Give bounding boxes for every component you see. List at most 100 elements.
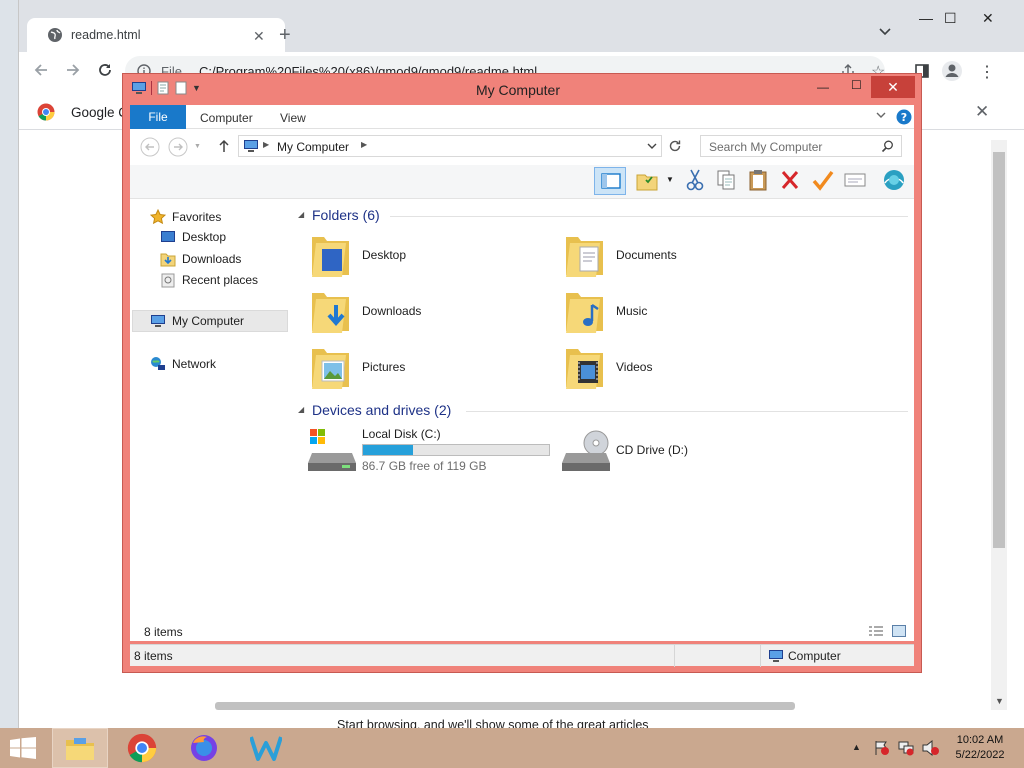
options-icon[interactable] [844, 171, 866, 189]
folder-name: Videos [616, 360, 653, 374]
folder-music[interactable]: Music [564, 287, 647, 335]
clock-date: 5/22/2022 [955, 749, 1005, 761]
nav-favorites[interactable]: Favorites [150, 209, 221, 225]
address-box[interactable]: ▶ My Computer ▶ [238, 135, 662, 157]
nav-desktop[interactable]: Desktop [160, 230, 226, 244]
back-arrow-icon[interactable] [140, 137, 160, 157]
preview-pane-button[interactable] [594, 167, 626, 195]
nav-my-computer[interactable]: My Computer [150, 314, 244, 328]
firefox-taskbar-icon[interactable] [176, 728, 232, 768]
vertical-scrollbar[interactable] [991, 140, 1007, 710]
nav-favorites-label: Favorites [172, 210, 222, 224]
network-tray-icon[interactable] [898, 740, 914, 756]
ribbon-expand-icon[interactable] [876, 112, 886, 119]
command-toolbar: ▼ [130, 165, 914, 199]
check-rename-icon[interactable] [812, 169, 834, 191]
details-view-icon[interactable] [868, 625, 884, 637]
new-tab-button[interactable]: + [279, 24, 291, 47]
minimize-icon[interactable]: — [919, 10, 933, 26]
window-maximize-button[interactable]: ☐ [851, 78, 862, 92]
navigation-bar: ▼ ▶ My Computer ▶ Search My Computer [130, 129, 914, 165]
up-arrow-icon[interactable] [218, 139, 230, 153]
shell-icon[interactable] [882, 169, 906, 191]
folder-desktop[interactable]: Desktop [310, 231, 406, 279]
search-placeholder: Search My Computer [709, 140, 823, 154]
horizontal-scrollbar-thumb[interactable] [215, 702, 795, 710]
globe-icon [47, 27, 63, 43]
collapse-folders-icon[interactable]: ◢ [298, 210, 304, 219]
tab-title: readme.html [71, 28, 141, 42]
collapse-devices-icon[interactable]: ◢ [298, 405, 304, 414]
reload-icon[interactable] [97, 62, 113, 78]
system-clock[interactable]: 10:02 AM 5/22/2022 [944, 733, 1016, 763]
start-windows-icon[interactable] [0, 728, 46, 768]
select-folder-icon[interactable] [636, 171, 658, 191]
nav-network[interactable]: Network [150, 356, 216, 372]
action-center-flag-icon[interactable] [874, 740, 890, 756]
downloads-folder-icon [310, 287, 352, 335]
copy-icon[interactable] [716, 169, 736, 191]
delete-icon[interactable] [780, 169, 800, 191]
content-area: Favorites Desktop Downloads Recent place… [130, 199, 914, 639]
file-explorer-taskbar-icon[interactable] [52, 728, 108, 768]
tab-view[interactable]: View [280, 111, 306, 125]
folder-pictures[interactable]: Pictures [310, 343, 405, 391]
address-dropdown-icon[interactable] [647, 143, 657, 150]
clock-time: 10:02 AM [956, 734, 1004, 746]
tab-search-chevron-icon[interactable] [879, 28, 891, 36]
forward-icon[interactable] [65, 62, 81, 78]
breadcrumb-chevron-icon[interactable]: ▶ [361, 140, 367, 149]
nav-recent-places[interactable]: Recent places [160, 272, 258, 288]
recent-locations-icon[interactable]: ▼ [194, 143, 201, 150]
folder-downloads[interactable]: Downloads [310, 287, 421, 335]
tab-strip: readme.html ✕ + — ☐ ✕ [19, 0, 1024, 52]
refresh-icon[interactable] [668, 139, 682, 153]
menu-kebab-icon[interactable]: ⋮ [979, 62, 995, 82]
status-computer-icon [768, 649, 784, 663]
profile-avatar-icon[interactable] [941, 60, 963, 82]
computer-icon [150, 314, 166, 328]
tab-file[interactable]: File [130, 105, 186, 129]
large-icons-view-icon[interactable] [892, 625, 906, 637]
scrollbar-thumb[interactable] [993, 152, 1005, 548]
waterfox-taskbar-icon[interactable] [238, 728, 294, 768]
explorer-window: ▼ My Computer — ☐ ✕ File Computer View ?… [122, 73, 922, 673]
nav-downloads[interactable]: Downloads [160, 251, 241, 267]
devices-header[interactable]: Devices and drives (2) [312, 402, 451, 418]
window-close-button[interactable]: ✕ [871, 76, 915, 98]
tray-expand-icon[interactable]: ▲ [852, 742, 861, 752]
nav-mycomputer-label: My Computer [172, 314, 245, 328]
taskbar: ▲ 10:02 AM 5/22/2022 [0, 728, 1024, 768]
chrome-logo-icon [37, 103, 55, 121]
search-icon[interactable] [881, 140, 894, 153]
help-icon[interactable]: ? [896, 109, 912, 125]
volume-muted-icon[interactable] [922, 740, 940, 756]
drive-cd-d[interactable]: CD Drive (D:) [562, 427, 782, 477]
folder-documents[interactable]: Documents [564, 231, 677, 279]
item-count-bar: 8 items [130, 621, 914, 641]
search-input[interactable]: Search My Computer [700, 135, 902, 157]
window-minimize-button[interactable]: — [817, 80, 829, 94]
documents-folder-icon [564, 231, 606, 279]
tab-close-icon[interactable]: ✕ [253, 28, 265, 45]
maximize-icon[interactable]: ☐ [944, 10, 957, 27]
desktop-folder-icon [310, 231, 352, 279]
back-icon[interactable] [33, 62, 49, 78]
folder-name: Downloads [362, 304, 422, 318]
toolbar-dropdown-icon[interactable]: ▼ [666, 175, 674, 184]
folders-header[interactable]: Folders (6) [312, 207, 380, 223]
browser-tab[interactable]: readme.html ✕ [27, 18, 285, 52]
address-text[interactable]: My Computer [277, 140, 349, 154]
close-icon[interactable]: ✕ [982, 10, 994, 27]
scroll-down-icon[interactable]: ▼ [995, 696, 1004, 706]
cut-icon[interactable] [686, 169, 704, 191]
forward-arrow-icon[interactable] [168, 137, 188, 157]
breadcrumb-chevron-icon[interactable]: ▶ [263, 140, 269, 149]
banner-title: Google C [71, 105, 129, 120]
drive-local-disk-c[interactable]: Local Disk (C:) 86.7 GB free of 119 GB [308, 427, 558, 477]
paste-icon[interactable] [748, 169, 768, 191]
folder-videos[interactable]: Videos [564, 343, 652, 391]
chrome-taskbar-icon[interactable] [114, 728, 170, 768]
banner-close-icon[interactable]: ✕ [975, 102, 989, 122]
tab-computer[interactable]: Computer [200, 111, 253, 125]
